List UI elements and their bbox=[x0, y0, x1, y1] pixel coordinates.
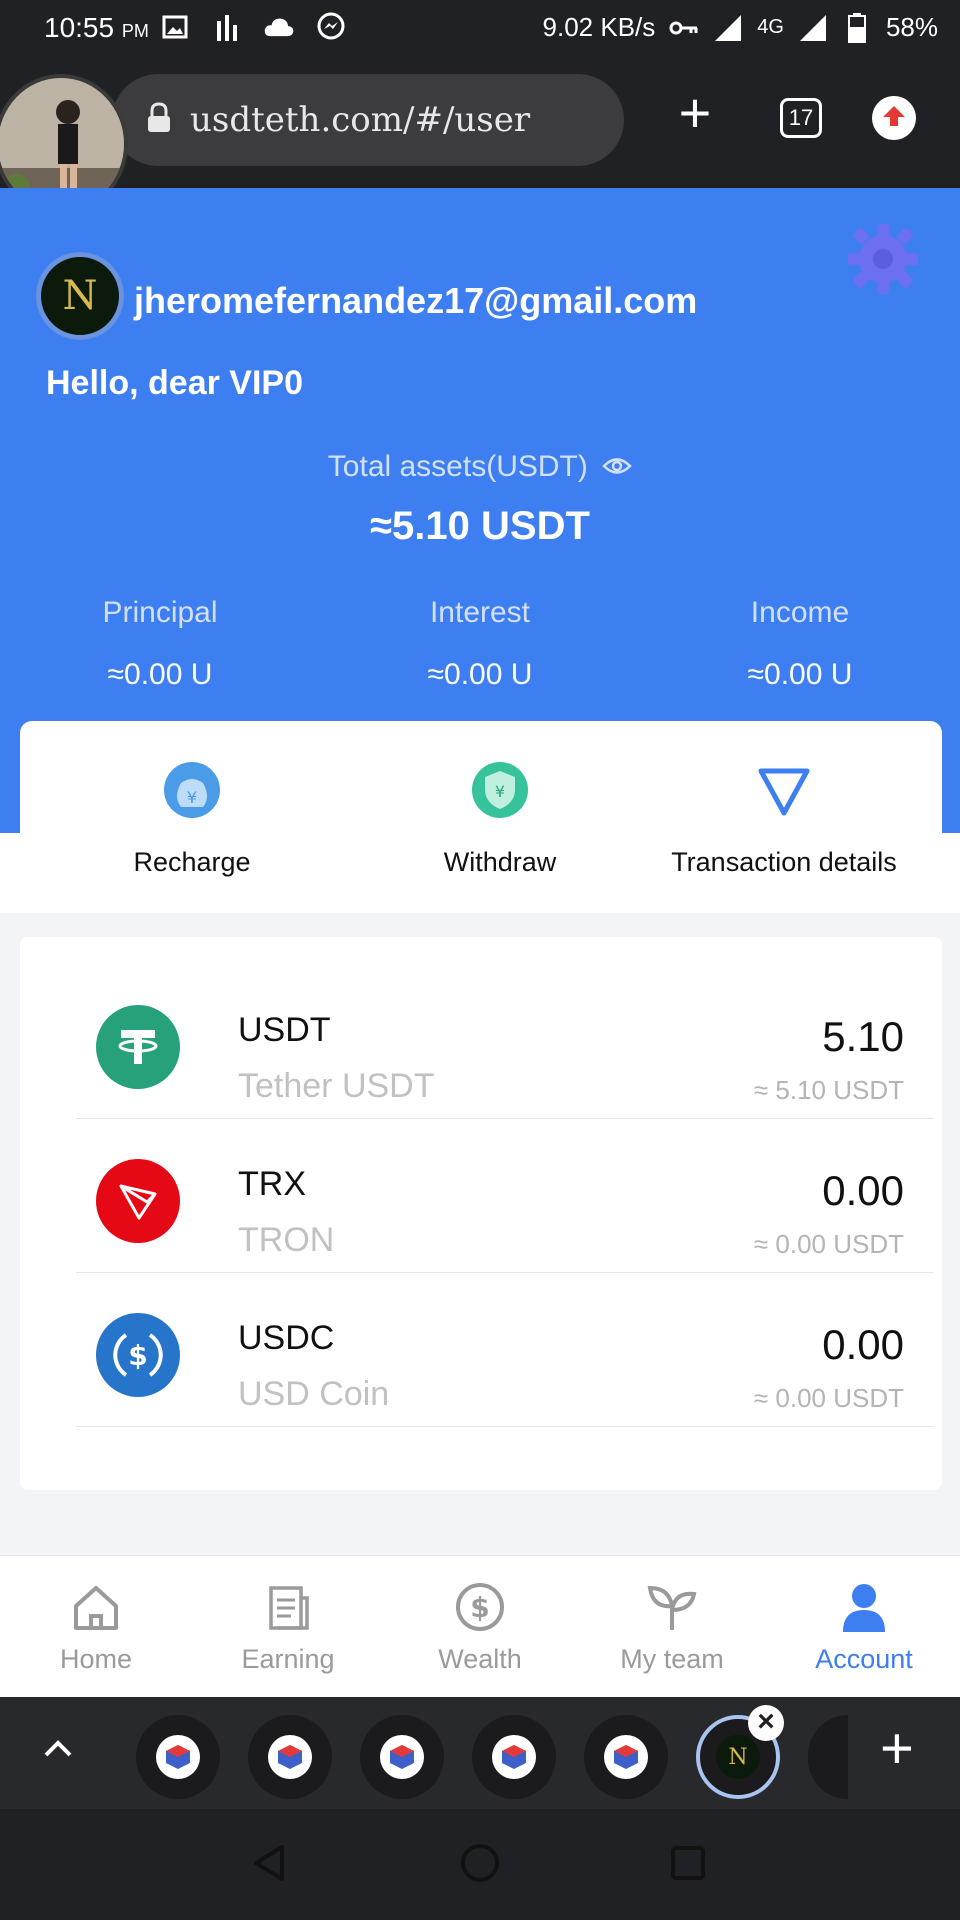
cube-favicon-icon bbox=[604, 1735, 648, 1779]
tron-icon bbox=[96, 1159, 180, 1243]
bottom-tab-bar: Home Earning $ Wealth My team Account bbox=[0, 1555, 960, 1697]
total-assets-label: Total assets(USDT) bbox=[0, 450, 960, 485]
browser-tab[interactable] bbox=[136, 1715, 220, 1799]
triangle-icon bbox=[755, 761, 813, 819]
battery-icon bbox=[842, 12, 872, 43]
cloud-icon bbox=[264, 12, 294, 42]
browser-tab[interactable] bbox=[360, 1715, 444, 1799]
asset-list: USDT Tether USDT 5.10 ≈ 5.10 USDT TRX TR… bbox=[20, 937, 942, 1490]
cube-favicon-icon bbox=[268, 1735, 312, 1779]
add-tab-button[interactable]: + bbox=[880, 1717, 914, 1781]
net-speed: 9.02 KB/s bbox=[542, 12, 656, 42]
dollar-circle-icon: $ bbox=[453, 1580, 507, 1634]
svg-text:$: $ bbox=[128, 1339, 147, 1372]
gallery-icon bbox=[160, 12, 190, 42]
document-icon bbox=[261, 1580, 315, 1634]
cube-favicon-icon bbox=[380, 1735, 424, 1779]
browser-tab[interactable] bbox=[584, 1715, 668, 1799]
asset-row-usdt[interactable]: USDT Tether USDT 5.10 ≈ 5.10 USDT bbox=[76, 965, 934, 1119]
signal-icon bbox=[713, 13, 743, 43]
tab-account[interactable]: Account bbox=[768, 1556, 960, 1697]
stat-principal: Principal ≈0.00 U bbox=[102, 596, 218, 691]
tether-icon bbox=[96, 1005, 180, 1089]
status-bar: 10:55 PM 9.02 KB/s 4G 58% bbox=[0, 0, 960, 56]
cube-favicon-icon bbox=[156, 1735, 200, 1779]
browser-tab[interactable] bbox=[472, 1715, 556, 1799]
arrow-up-icon bbox=[882, 105, 906, 132]
svg-text:$: $ bbox=[470, 1591, 489, 1624]
settings-gear-icon[interactable] bbox=[846, 222, 920, 296]
chart-icon bbox=[212, 12, 242, 42]
recharge-button[interactable]: ¥ Recharge bbox=[42, 761, 342, 878]
stat-interest: Interest ≈0.00 U bbox=[427, 596, 533, 691]
svg-text:¥: ¥ bbox=[495, 782, 505, 801]
actions-card: ¥ Recharge ¥ Withdraw Transaction detail… bbox=[20, 721, 942, 913]
lock-icon bbox=[146, 101, 172, 139]
tab-home[interactable]: Home bbox=[0, 1556, 192, 1697]
chevron-up-icon[interactable] bbox=[36, 1727, 80, 1771]
total-assets-value: ≈5.10 USDT bbox=[370, 504, 590, 548]
person-icon bbox=[837, 1580, 891, 1634]
address-bar[interactable]: usdteth.com/#/user bbox=[112, 74, 624, 166]
sprout-icon bbox=[645, 1580, 699, 1634]
withdraw-button[interactable]: ¥ Withdraw bbox=[350, 761, 650, 878]
svg-text:¥: ¥ bbox=[187, 788, 197, 807]
stat-income: Income ≈0.00 U bbox=[747, 596, 853, 691]
usd-coin-icon: $ bbox=[96, 1313, 180, 1397]
tab-my-team[interactable]: My team bbox=[576, 1556, 768, 1697]
recents-icon[interactable] bbox=[668, 1843, 708, 1883]
money-bag-icon: ¥ bbox=[163, 761, 221, 819]
back-icon[interactable] bbox=[250, 1843, 290, 1883]
home-circle-icon[interactable] bbox=[460, 1843, 500, 1883]
vpn-key-icon bbox=[669, 13, 699, 43]
browser-tab[interactable] bbox=[248, 1715, 332, 1799]
browser-tab-partial[interactable] bbox=[808, 1715, 848, 1799]
update-button[interactable] bbox=[872, 96, 916, 140]
url-text: usdteth.com/#/user bbox=[190, 100, 531, 140]
tab-earning[interactable]: Earning bbox=[192, 1556, 384, 1697]
browser-tab-strip: N × + bbox=[0, 1697, 960, 1809]
new-tab-button[interactable]: + bbox=[672, 85, 718, 141]
stats-row: Principal ≈0.00 U Interest ≈0.00 U Incom… bbox=[0, 596, 960, 692]
status-time: 10:55 PM bbox=[44, 12, 149, 43]
messenger-icon bbox=[316, 12, 346, 42]
close-tab-icon[interactable]: × bbox=[748, 1705, 784, 1741]
tab-wealth[interactable]: $ Wealth bbox=[384, 1556, 576, 1697]
tab-switcher-button[interactable]: 17 bbox=[780, 98, 822, 138]
asset-row-usdc[interactable]: $ USDC USD Coin 0.00 ≈ 0.00 USDT bbox=[76, 1273, 934, 1427]
system-nav-bar bbox=[0, 1809, 960, 1920]
asset-row-trx[interactable]: TRX TRON 0.00 ≈ 0.00 USDT bbox=[76, 1119, 934, 1273]
cube-favicon-icon bbox=[492, 1735, 536, 1779]
eye-icon[interactable] bbox=[602, 451, 632, 485]
user-email: jheromefernandez17@gmail.com bbox=[134, 280, 698, 321]
greeting: Hello, dear VIP0 bbox=[46, 364, 303, 402]
shield-yen-icon: ¥ bbox=[471, 761, 529, 819]
profile-favicon-icon: N bbox=[716, 1735, 760, 1779]
browser-toolbar: usdteth.com/#/user + 17 bbox=[0, 56, 960, 214]
signal-2-icon bbox=[798, 13, 828, 43]
home-icon bbox=[69, 1580, 123, 1634]
battery-level: 58% bbox=[885, 12, 938, 42]
user-avatar[interactable]: N bbox=[36, 252, 124, 340]
transaction-details-button[interactable]: Transaction details bbox=[634, 761, 934, 878]
network-type: 4G bbox=[757, 16, 784, 38]
